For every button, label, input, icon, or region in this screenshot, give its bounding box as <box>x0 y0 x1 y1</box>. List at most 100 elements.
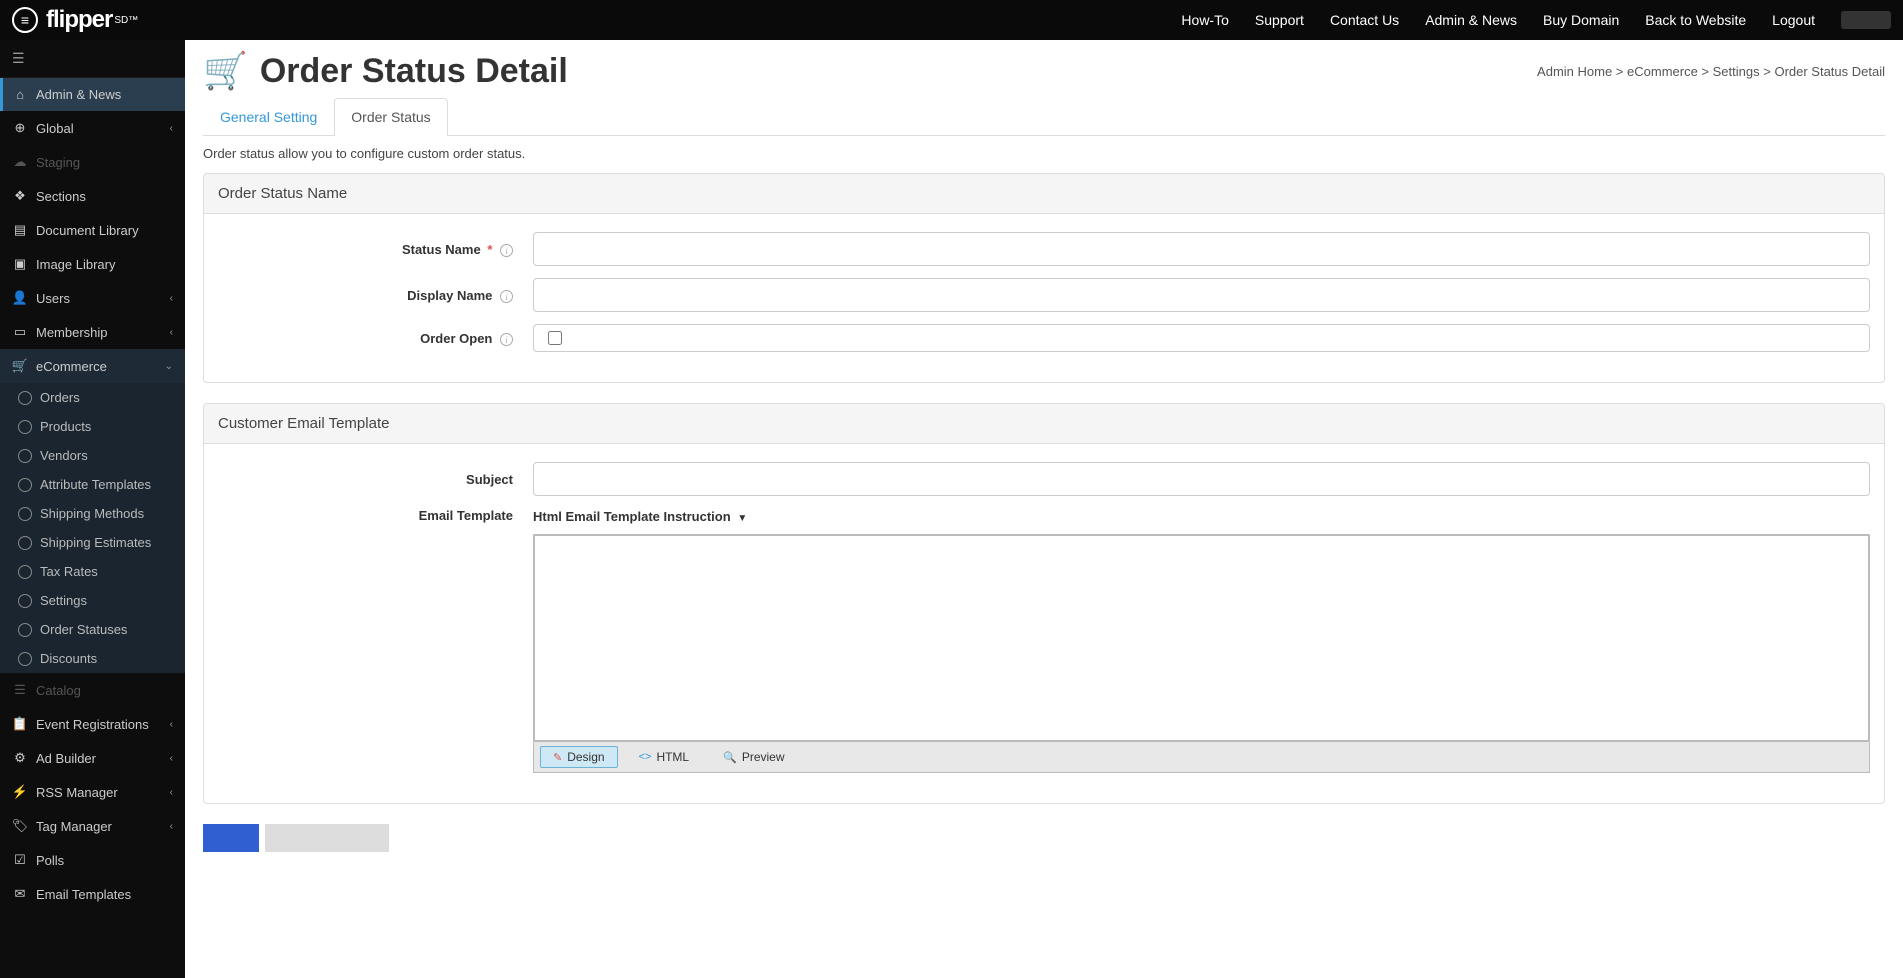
sub-item-order-statuses[interactable]: Order Statuses <box>0 615 185 644</box>
row-order-open: Order Open i <box>218 324 1870 352</box>
topnav-logout[interactable]: Logout <box>1772 12 1815 28</box>
circle-icon <box>18 420 32 434</box>
home-icon: ⌂ <box>12 87 28 102</box>
sub-item-vendors[interactable]: Vendors <box>0 441 185 470</box>
sidebar-item-polls[interactable]: ☑ Polls <box>0 843 185 877</box>
info-icon[interactable]: i <box>500 244 513 257</box>
sidebar-item-label: Polls <box>36 853 64 868</box>
sidebar-item-email-templates[interactable]: ✉ Email Templates <box>0 877 185 911</box>
cart-icon: 🛒 <box>203 50 248 92</box>
sidebar-item-label: Catalog <box>36 683 81 698</box>
panel-email-template: Customer Email Template Subject Email Te… <box>203 403 1885 804</box>
logo-icon: ≡ <box>12 7 38 33</box>
display-name-input[interactable] <box>533 278 1870 312</box>
chevron-left-icon: ‹ <box>170 787 173 798</box>
logo[interactable]: ≡ flipper SD™ <box>12 6 138 34</box>
sidebar-item-label: Event Registrations <box>36 717 149 732</box>
chevron-left-icon: ‹ <box>170 327 173 338</box>
chevron-left-icon: ‹ <box>170 123 173 134</box>
info-icon[interactable]: i <box>500 290 513 303</box>
circle-icon <box>18 478 32 492</box>
sub-item-label: Products <box>40 419 91 434</box>
sub-item-settings[interactable]: Settings <box>0 586 185 615</box>
info-icon[interactable]: i <box>500 333 513 346</box>
tab-order-status[interactable]: Order Status <box>334 98 447 136</box>
template-area: Html Email Template Instruction ▼ ✎ Desi… <box>533 508 1870 773</box>
sub-item-label: Shipping Methods <box>40 506 144 521</box>
editor: ✎ Design <> HTML 🔍 Preview <box>533 534 1870 773</box>
sidebar-item-document-library[interactable]: ▤ Document Library <box>0 213 185 247</box>
sidebar-item-label: Users <box>36 291 70 306</box>
sub-item-attribute-templates[interactable]: Attribute Templates <box>0 470 185 499</box>
cloud-icon: ☁ <box>12 154 28 170</box>
sidebar-item-membership[interactable]: ▭ Membership ‹ <box>0 315 185 349</box>
sub-item-label: Settings <box>40 593 87 608</box>
label-order-open: Order Open i <box>218 331 533 346</box>
breadcrumb-ecommerce[interactable]: eCommerce <box>1627 64 1698 79</box>
sidebar-item-users[interactable]: 👤 Users ‹ <box>0 281 185 315</box>
membership-icon: ▭ <box>12 324 28 340</box>
breadcrumb-admin-home[interactable]: Admin Home <box>1537 64 1612 79</box>
sidebar-item-label: eCommerce <box>36 359 107 374</box>
sidebar-item-label: Membership <box>36 325 108 340</box>
secondary-action-button[interactable] <box>265 824 389 852</box>
status-name-input[interactable] <box>533 232 1870 266</box>
editor-tab-preview[interactable]: 🔍 Preview <box>710 746 797 768</box>
gear-icon: ⚙ <box>12 750 28 766</box>
envelope-icon: ✉ <box>12 886 28 902</box>
sidebar-item-rss-manager[interactable]: ⚡ RSS Manager ‹ <box>0 775 185 809</box>
editor-tab-html[interactable]: <> HTML <box>626 746 703 768</box>
sidebar-item-ad-builder[interactable]: ⚙ Ad Builder ‹ <box>0 741 185 775</box>
breadcrumb-settings[interactable]: Settings <box>1713 64 1760 79</box>
editor-canvas[interactable] <box>533 534 1870 742</box>
caret-down-icon: ▼ <box>737 513 747 524</box>
sub-item-shipping-methods[interactable]: Shipping Methods <box>0 499 185 528</box>
topnav-support[interactable]: Support <box>1255 12 1304 28</box>
primary-action-button[interactable] <box>203 824 259 852</box>
row-status-name: Status Name * i <box>218 232 1870 266</box>
sub-item-discounts[interactable]: Discounts <box>0 644 185 673</box>
sidebar-item-label: Sections <box>36 189 86 204</box>
bottom-buttons <box>203 824 1885 852</box>
topnav-howto[interactable]: How-To <box>1181 12 1228 28</box>
page-title: 🛒 Order Status Detail <box>203 50 568 92</box>
subject-input[interactable] <box>533 462 1870 496</box>
sidebar-item-admin-news[interactable]: ⌂ Admin & News <box>0 78 185 111</box>
sidebar-item-ecommerce[interactable]: 🛒 eCommerce ⌄ <box>0 349 185 383</box>
sidebar-item-tag-manager[interactable]: 🏷 Tag Manager ‹ <box>0 809 185 843</box>
topnav-buy-domain[interactable]: Buy Domain <box>1543 12 1619 28</box>
partner-badge-icon <box>1841 11 1891 29</box>
panel-body: Status Name * i Display Name i Order O <box>204 214 1884 382</box>
topnav-back-website[interactable]: Back to Website <box>1645 12 1746 28</box>
circle-icon <box>18 391 32 405</box>
sidebar-item-label: Document Library <box>36 223 139 238</box>
hamburger-icon[interactable]: ☰ <box>0 40 185 78</box>
topnav: How-To Support Contact Us Admin & News B… <box>1181 11 1891 29</box>
cart-icon: 🛒 <box>12 358 28 374</box>
sidebar-item-label: Image Library <box>36 257 115 272</box>
tabs: General Setting Order Status <box>203 98 1885 136</box>
image-icon: ▣ <box>12 256 28 272</box>
sidebar-item-event-registrations[interactable]: 📋 Event Registrations ‹ <box>0 707 185 741</box>
topnav-contact[interactable]: Contact Us <box>1330 12 1399 28</box>
page-header: 🛒 Order Status Detail Admin Home > eComm… <box>203 50 1885 92</box>
tab-general-setting[interactable]: General Setting <box>203 98 334 135</box>
editor-tab-design[interactable]: ✎ Design <box>540 746 618 768</box>
topnav-admin-news[interactable]: Admin & News <box>1425 12 1517 28</box>
sidebar-item-global[interactable]: ⊕ Global ‹ <box>0 111 185 145</box>
globe-icon: ⊕ <box>12 120 28 136</box>
sub-item-products[interactable]: Products <box>0 412 185 441</box>
order-open-checkbox[interactable] <box>548 331 562 345</box>
row-display-name: Display Name i <box>218 278 1870 312</box>
sidebar-item-sections[interactable]: ❖ Sections <box>0 179 185 213</box>
template-instruction-toggle[interactable]: Html Email Template Instruction ▼ <box>533 509 747 524</box>
sidebar-item-label: Admin & News <box>36 87 121 102</box>
sidebar-item-image-library[interactable]: ▣ Image Library <box>0 247 185 281</box>
sub-item-shipping-estimates[interactable]: Shipping Estimates <box>0 528 185 557</box>
chevron-left-icon: ‹ <box>170 753 173 764</box>
panel-head: Order Status Name <box>204 174 1884 214</box>
logo-text: flipper <box>46 6 112 34</box>
sub-item-orders[interactable]: Orders <box>0 383 185 412</box>
sub-item-tax-rates[interactable]: Tax Rates <box>0 557 185 586</box>
label-status-name: Status Name * i <box>218 242 533 257</box>
